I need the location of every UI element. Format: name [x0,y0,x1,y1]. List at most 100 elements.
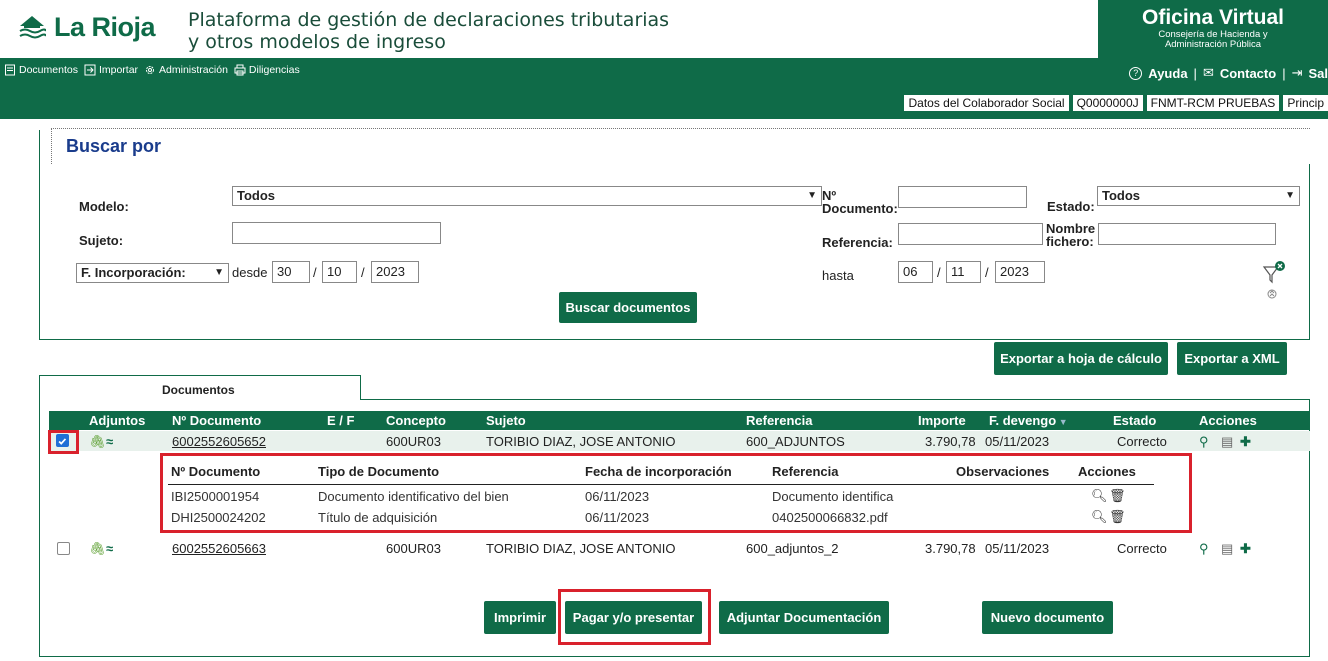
att-row-referencia: Documento identifica [772,489,894,504]
referencia-input[interactable] [898,223,1043,245]
nav-salir[interactable]: Sal [1308,66,1328,81]
estado-select[interactable]: Todos ▼ [1097,186,1300,206]
magnifier-icon[interactable]: 🔍︎ [1091,509,1108,525]
tab-documentos[interactable]: Documentos [39,375,361,400]
paperclip-icon[interactable]: 🖇 [89,434,106,450]
nav-administracion[interactable]: Administración [144,64,228,76]
hasta-month-input[interactable]: 11 [946,261,981,283]
estado-label: Estado: [1047,199,1095,214]
nav-contacto[interactable]: Contacto [1220,66,1276,81]
sort-down-icon: ▼ [1056,417,1068,427]
trash-icon[interactable]: 🗑︎ [1109,509,1126,525]
platform-title: Plataforma de gestión de declaraciones t… [188,9,669,53]
referencia-label: Referencia: [822,235,893,250]
n-documento-label-2: Documento: [822,201,898,216]
chevron-down-icon: ▼ [807,190,817,201]
search-add-icon[interactable]: ⚲ [1199,541,1209,557]
desde-day-input[interactable]: 30 [272,261,310,283]
col-f-devengo[interactable]: F. devengo ▼ [989,413,1068,428]
att-row-n-documento: DHI2500024202 [171,510,266,525]
col-adjuntos: Adjuntos [89,413,146,428]
nombre-fichero-input[interactable] [1098,223,1276,245]
trash-icon[interactable]: 🗑︎ [1109,488,1126,504]
col-sujeto[interactable]: Sujeto [486,413,526,428]
oficina-virtual-block: Oficina Virtual Consejería de Hacienda y… [1098,0,1328,58]
row-importe: 3.790,78 [925,434,976,449]
nav-importar[interactable]: Importar [84,64,138,76]
principal-link[interactable]: Princip [1283,95,1328,111]
app-header: La Rioja Plataforma de gestión de declar… [0,0,1328,58]
date-separator: / [985,265,989,280]
row-checkbox[interactable] [57,542,70,555]
att-col-n-documento: Nº Documento [171,464,261,479]
row-estado: Correcto [1117,434,1167,449]
document-icon[interactable]: ▤ [1221,541,1233,557]
results-table-header: Adjuntos Nº Documento E / F Concepto Suj… [49,411,1310,430]
plus-icon[interactable]: ✚ [1240,541,1251,557]
user-cert: FNMT-RCM PRUEBAS [1146,95,1280,111]
chevron-down-icon: ▼ [214,267,224,278]
export-xls-button[interactable]: Exportar a hoja de cálculo [994,342,1168,375]
nav-diligencias[interactable]: Diligencias [234,64,300,76]
ov-subtitle-2: Administración Pública [1164,39,1262,50]
nav-documentos[interactable]: Documentos [4,64,78,76]
paperclip-icon[interactable]: 🖇 [89,541,106,557]
mail-icon: ✉ [1202,65,1214,80]
desde-month-input[interactable]: 10 [322,261,357,283]
att-row-n-documento: IBI2500001954 [171,489,260,504]
att-col-observaciones: Observaciones [956,464,1050,479]
magnifier-icon[interactable]: 🔍︎ [1091,488,1108,504]
row-n-documento[interactable]: 6002552605663 [172,541,266,556]
row-n-documento[interactable]: 6002552605652 [172,434,266,449]
document-icon[interactable]: ▤ [1221,434,1233,450]
nav-documentos-label: Documentos [19,64,78,76]
modelo-select-value: Todos [237,188,276,203]
n-documento-input[interactable] [898,186,1027,208]
expand-icon[interactable]: ≈ [106,541,113,556]
desde-label: desde [232,265,268,280]
platform-title-line1: Plataforma de gestión de declaraciones t… [188,9,670,31]
collapse-icon[interactable]: ≈ [106,434,113,449]
col-f-devengo-label: F. devengo [989,413,1057,428]
plus-icon[interactable]: ✚ [1240,434,1251,450]
col-estado[interactable]: Estado [1113,413,1156,428]
clear-filter-icon[interactable] [1260,260,1288,300]
help-icon: ? [1129,66,1143,80]
nav-menu: Documentos Importar Administración Dilig… [4,64,300,76]
col-concepto[interactable]: Concepto [386,413,446,428]
export-xml-button[interactable]: Exportar a XML [1177,342,1287,375]
date-separator: / [937,265,941,280]
col-n-documento[interactable]: Nº Documento [172,413,261,428]
colaborador-link[interactable]: Datos del Colaborador Social [904,95,1069,111]
document-icon [5,64,15,76]
row-sujeto: TORIBIO DIAZ, JOSE ANTONIO [486,434,676,449]
col-acciones: Acciones [1199,413,1257,428]
nuevo-documento-button[interactable]: Nuevo documento [982,601,1113,634]
col-importe[interactable]: Importe [918,413,966,428]
row-referencia: 600_ADJUNTOS [746,434,845,449]
desde-year-input[interactable]: 2023 [371,261,419,283]
row-sujeto: TORIBIO DIAZ, JOSE ANTONIO [486,541,676,556]
import-icon [84,64,96,76]
user-nif: Q0000000J [1072,95,1143,111]
nav-right-links: ? Ayuda | ✉ Contacto | ⇥ Sal [1129,65,1328,81]
user-status-bar: Datos del Colaborador Social Q0000000J F… [0,87,1328,119]
tab-documentos-label: Documentos [162,383,235,397]
imprimir-button[interactable]: Imprimir [484,601,556,634]
sujeto-input[interactable] [232,222,441,244]
hasta-year-input[interactable]: 2023 [995,261,1045,283]
date-separator: / [313,265,317,280]
row-concepto: 600UR03 [386,434,441,449]
row-concepto: 600UR03 [386,541,441,556]
modelo-select[interactable]: Todos ▼ [232,186,822,206]
col-referencia[interactable]: Referencia [746,413,812,428]
col-ef: E / F [327,413,355,428]
hasta-day-input[interactable]: 06 [898,261,933,283]
att-header-divider [168,484,1154,485]
nav-ayuda[interactable]: Ayuda [1148,66,1187,81]
fecha-tipo-select[interactable]: F. Incorporación: ▼ [76,263,229,283]
adjuntar-documentacion-button[interactable]: Adjuntar Documentación [719,601,889,634]
search-add-icon[interactable]: ⚲ [1199,434,1209,450]
nav-separator: | [1282,65,1286,81]
buscar-documentos-button[interactable]: Buscar documentos [559,292,697,323]
